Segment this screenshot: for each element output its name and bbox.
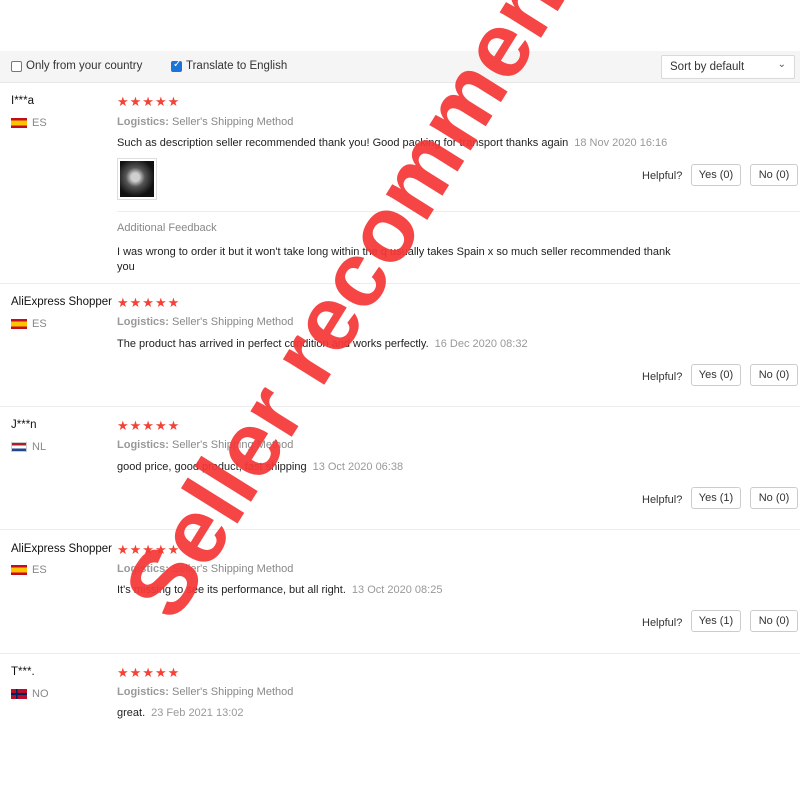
reviewer-name: I***a <box>11 95 35 107</box>
logistics-info: Logistics: Seller's Shipping Method <box>117 686 293 698</box>
norway-flag-icon <box>11 689 27 699</box>
star-rating: ★★★★★ <box>117 418 181 433</box>
country-code: ES <box>32 564 47 576</box>
helpful-no-button[interactable]: No (0) <box>750 364 798 386</box>
review-body: It's missing to see its performance, but… <box>117 584 346 596</box>
spain-flag-icon <box>11 565 27 575</box>
review-text: It's missing to see its performance, but… <box>117 583 717 598</box>
star-rating: ★★★★★ <box>117 295 181 310</box>
review-date: 16 Dec 2020 08:32 <box>434 338 528 350</box>
logistics-info: Logistics: Seller's Shipping Method <box>117 116 293 128</box>
logistics-info: Logistics: Seller's Shipping Method <box>117 439 293 451</box>
review-date: 23 Feb 2021 13:02 <box>151 707 244 719</box>
reviewer-name: AliExpress Shopper <box>11 296 112 308</box>
country-code: NO <box>32 688 49 700</box>
divider <box>0 653 800 654</box>
reviewer-name: T***. <box>11 666 35 678</box>
translate-checkbox[interactable]: Translate to English <box>171 59 288 72</box>
reviewer-country: ES <box>11 564 47 576</box>
logistics-label: Logistics: <box>117 439 169 451</box>
star-rating: ★★★★★ <box>117 665 181 680</box>
netherlands-flag-icon <box>11 442 27 452</box>
country-code: NL <box>32 441 47 453</box>
logistics-value: Seller's Shipping Method <box>172 439 294 451</box>
helpful-label: Helpful? <box>642 371 683 383</box>
review-text: great. 23 Feb 2021 13:02 <box>117 706 717 721</box>
additional-feedback-text: I was wrong to order it but it won't tak… <box>117 246 671 273</box>
helpful-no-button[interactable]: No (0) <box>750 164 798 186</box>
reviewer-country: NL <box>11 441 46 453</box>
helpful-yes-button[interactable]: Yes (0) <box>691 164 741 186</box>
chevron-down-icon: ⌄ <box>777 59 786 70</box>
only-country-label: Only from your country <box>26 60 143 72</box>
checkbox-checked-icon[interactable] <box>171 59 182 72</box>
logistics-label: Logistics: <box>117 116 169 128</box>
review-text: The product has arrived in perfect condi… <box>117 337 717 352</box>
logistics-value: Seller's Shipping Method <box>172 316 294 328</box>
photo-image <box>120 161 154 197</box>
helpful-no-button[interactable]: No (0) <box>750 487 798 509</box>
logistics-value: Seller's Shipping Method <box>172 116 294 128</box>
star-rating: ★★★★★ <box>117 94 181 109</box>
logistics-value: Seller's Shipping Method <box>172 563 294 575</box>
reviewer-name: AliExpress Shopper <box>11 543 112 555</box>
translate-label: Translate to English <box>186 60 288 72</box>
reviewer-country: ES <box>11 318 47 330</box>
country-code: ES <box>32 117 47 129</box>
spain-flag-icon <box>11 319 27 329</box>
logistics-value: Seller's Shipping Method <box>172 686 294 698</box>
review-text: Such as description seller recommended t… <box>117 136 717 151</box>
filter-bar: Only from your country Translate to Engl… <box>0 51 800 83</box>
sort-value: Sort by default <box>670 61 745 73</box>
review-date: 13 Oct 2020 06:38 <box>312 461 404 473</box>
logistics-info: Logistics: Seller's Shipping Method <box>117 563 293 575</box>
country-code: ES <box>32 318 47 330</box>
helpful-yes-button[interactable]: Yes (1) <box>691 487 741 509</box>
helpful-label: Helpful? <box>642 170 683 182</box>
divider <box>0 406 800 407</box>
review-text: good price, good product, fast shipping 1… <box>117 460 717 475</box>
logistics-info: Logistics: Seller's Shipping Method <box>117 316 293 328</box>
divider <box>0 529 800 530</box>
review-body: The product has arrived in perfect condi… <box>117 338 429 350</box>
divider <box>117 211 800 212</box>
reviewer-name: J***n <box>11 419 37 431</box>
helpful-yes-button[interactable]: Yes (0) <box>691 364 741 386</box>
helpful-yes-button[interactable]: Yes (1) <box>691 610 741 632</box>
star-rating: ★★★★★ <box>117 542 181 557</box>
only-country-checkbox[interactable]: Only from your country <box>11 60 142 72</box>
helpful-label: Helpful? <box>642 617 683 629</box>
review-body: great. <box>117 707 146 719</box>
spain-flag-icon <box>11 118 27 128</box>
checkbox-unchecked-icon[interactable] <box>11 60 22 72</box>
additional-feedback-heading: Additional Feedback <box>117 222 217 234</box>
review-body: Such as description seller recommended t… <box>117 137 569 149</box>
review-photo-thumbnail[interactable] <box>117 158 157 200</box>
reviewer-country: NO <box>11 688 49 700</box>
logistics-label: Logistics: <box>117 686 169 698</box>
helpful-no-button[interactable]: No (0) <box>750 610 798 632</box>
review-date: 18 Nov 2020 16:16 <box>574 137 668 149</box>
reviewer-country: ES <box>11 117 47 129</box>
review-body: good price, good product, fast shipping <box>117 461 307 473</box>
logistics-label: Logistics: <box>117 316 169 328</box>
review-date: 13 Oct 2020 08:25 <box>351 584 443 596</box>
helpful-label: Helpful? <box>642 494 683 506</box>
sort-select[interactable]: Sort by default ⌄ <box>661 55 795 79</box>
divider <box>0 283 800 284</box>
logistics-label: Logistics: <box>117 563 169 575</box>
